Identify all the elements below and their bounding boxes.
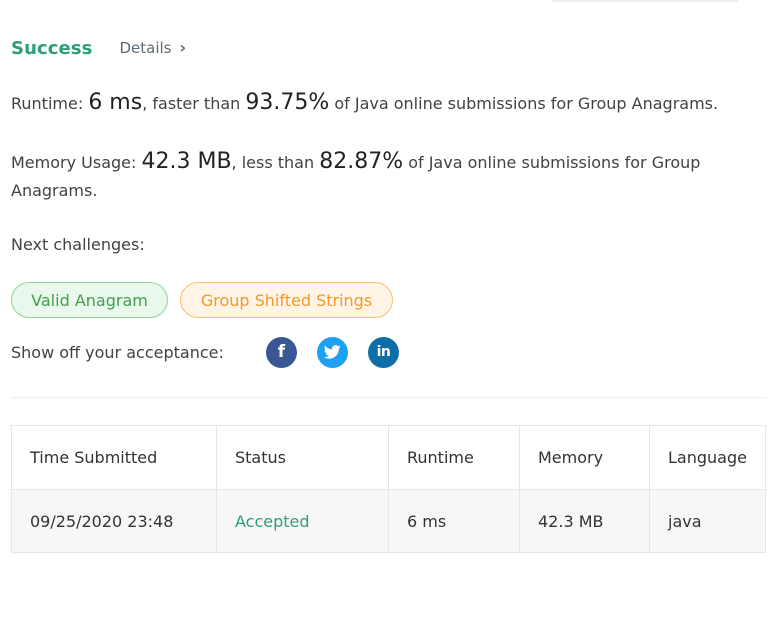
challenge-group-shifted-strings[interactable]: Group Shifted Strings: [180, 282, 393, 318]
chevron-right-icon: ›: [179, 38, 187, 57]
memory-summary: Memory Usage: 42.3 MB, less than 82.87% …: [11, 148, 751, 205]
submissions-table: Time Submitted Status Runtime Memory Lan…: [11, 425, 766, 553]
facebook-share-button[interactable]: f: [266, 336, 297, 368]
status-accepted-link[interactable]: Accepted: [235, 512, 310, 531]
next-challenges-label: Next challenges:: [11, 235, 145, 254]
cell-language: java: [649, 489, 766, 553]
runtime-suffix: of Java online submissions for Group Ana…: [329, 94, 719, 113]
linkedin-icon: in: [376, 344, 391, 360]
twitter-icon: [324, 345, 341, 359]
header-status: Status: [216, 425, 389, 490]
runtime-percent: 93.75%: [245, 90, 330, 115]
header-time-submitted: Time Submitted: [11, 425, 217, 490]
facebook-icon: f: [277, 342, 286, 362]
cell-memory: 42.3 MB: [519, 489, 650, 553]
next-challenges-list: Valid Anagram Group Shifted Strings: [11, 282, 393, 318]
table-row: 09/25/2020 23:48 Accepted 6 ms 42.3 MB j…: [11, 489, 766, 553]
details-link[interactable]: Details ›: [119, 39, 186, 57]
memory-label: Memory Usage:: [11, 153, 142, 172]
challenge-valid-anagram[interactable]: Valid Anagram: [11, 282, 168, 318]
runtime-summary: Runtime: 6 ms, faster than 93.75% of Jav…: [11, 89, 751, 118]
header-runtime: Runtime: [388, 425, 520, 490]
cell-time-submitted: 09/25/2020 23:48: [11, 489, 217, 553]
header-language: Language: [649, 425, 766, 490]
memory-percent: 82.87%: [319, 149, 404, 174]
memory-value: 42.3 MB: [141, 149, 232, 174]
runtime-faster-text: , faster than: [142, 94, 246, 113]
memory-less-text: , less than: [231, 153, 320, 172]
header-memory: Memory: [519, 425, 650, 490]
section-divider: [11, 397, 766, 398]
top-divider: [552, 0, 738, 2]
share-label: Show off your acceptance:: [11, 342, 224, 362]
table-header-row: Time Submitted Status Runtime Memory Lan…: [11, 425, 766, 490]
cell-status: Accepted: [216, 489, 389, 553]
twitter-share-button[interactable]: [317, 336, 348, 368]
details-label: Details: [119, 39, 172, 57]
result-header: Success Details ›: [11, 35, 186, 61]
cell-runtime: 6 ms: [388, 489, 520, 553]
share-section: Show off your acceptance: f in: [11, 336, 419, 368]
result-status: Success: [11, 37, 93, 59]
runtime-value: 6 ms: [88, 90, 143, 115]
linkedin-share-button[interactable]: in: [368, 336, 399, 368]
runtime-label: Runtime:: [11, 94, 89, 113]
